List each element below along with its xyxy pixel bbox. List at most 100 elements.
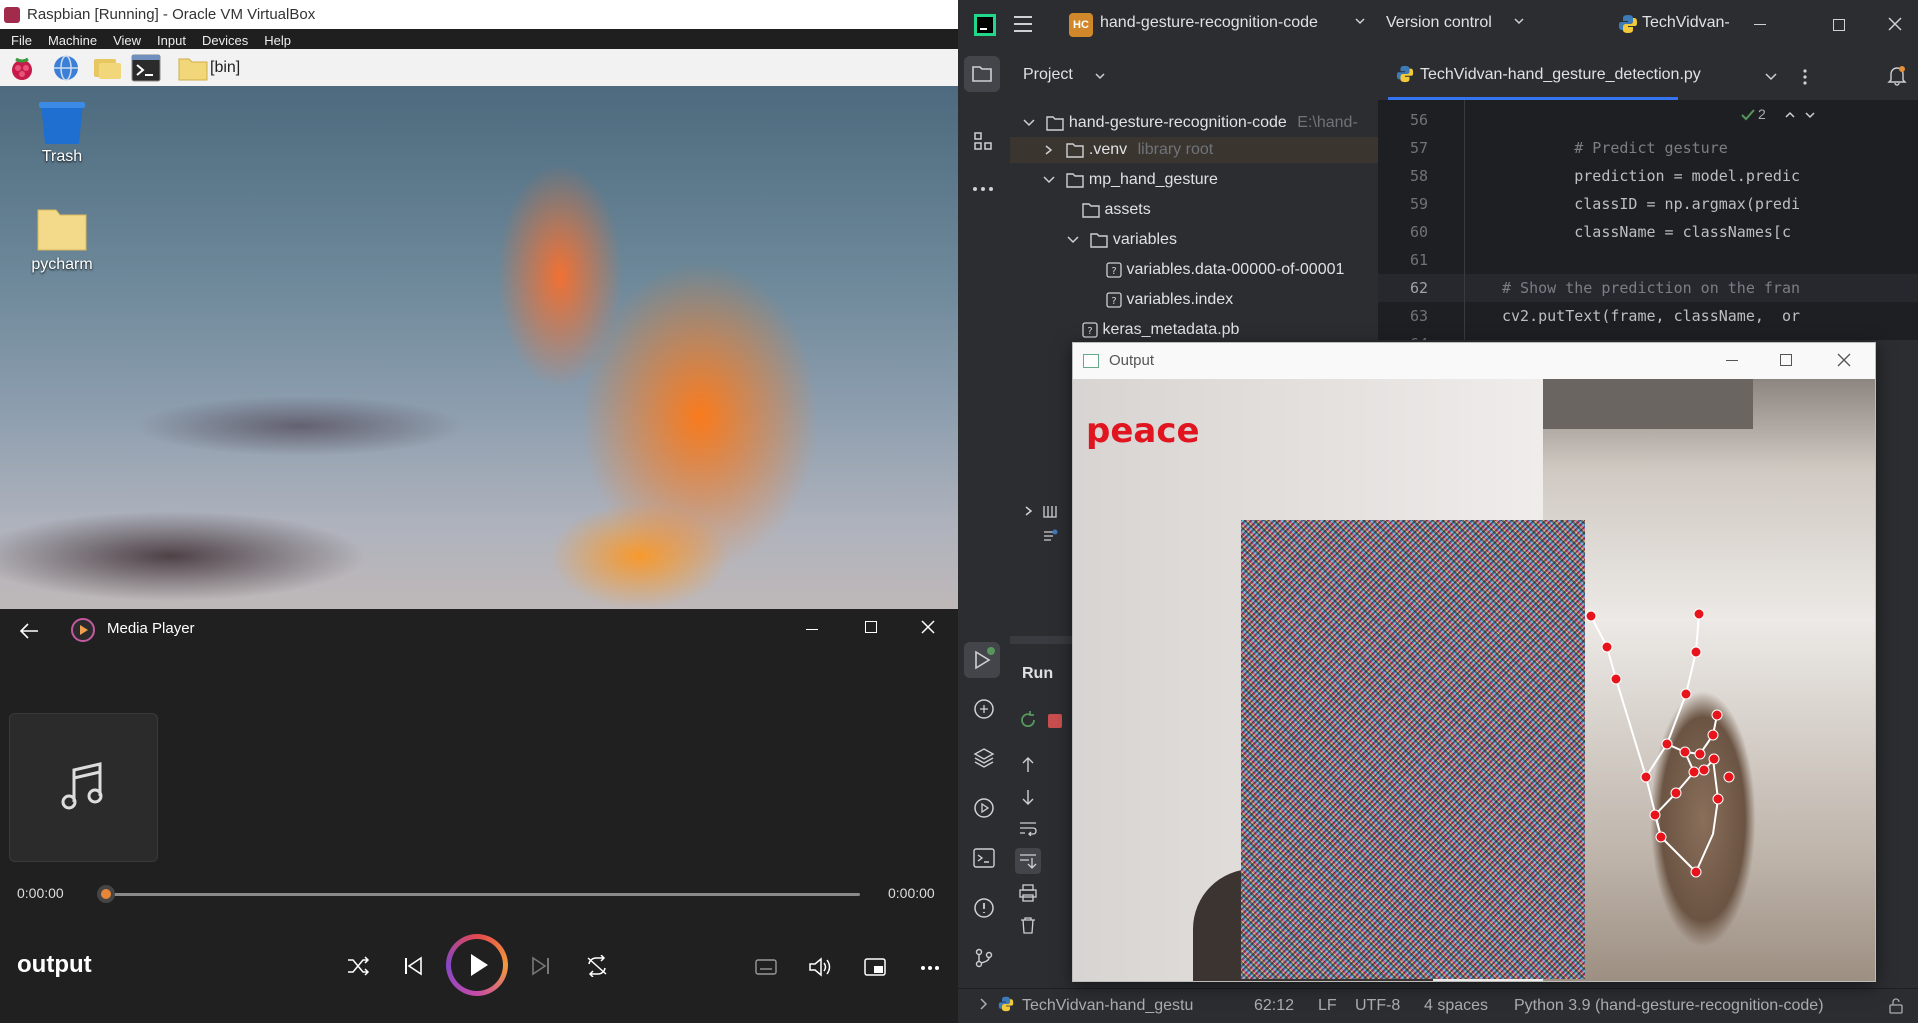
tree-row-assets[interactable]: assets — [1082, 198, 1151, 222]
tree-row-variables[interactable]: variables — [1066, 228, 1177, 252]
play-button-inner[interactable] — [451, 939, 503, 991]
maximize-icon[interactable] — [865, 621, 877, 633]
svg-text:?: ? — [1111, 296, 1116, 307]
notifications-icon[interactable] — [1886, 64, 1908, 86]
status-file[interactable]: TechVidvan-hand_gestu — [1022, 997, 1193, 1015]
tree-label: hand-gesture-recognition-code — [1068, 114, 1287, 131]
rerun-icon[interactable] — [1018, 710, 1038, 730]
output-window-title: Output — [1109, 352, 1155, 369]
project-tool-button[interactable] — [964, 56, 1000, 92]
run-configuration[interactable]: TechVidvan- — [1642, 14, 1730, 32]
desktop-icon-label: pycharm — [31, 256, 93, 273]
more-options-icon[interactable] — [920, 965, 940, 971]
code-area[interactable]: 56 57 # Predict gesture 58 prediction = … — [1378, 100, 1918, 340]
volume-icon[interactable] — [808, 956, 832, 978]
git-icon[interactable] — [973, 947, 995, 969]
seek-bar[interactable] — [105, 893, 860, 896]
code-line: 64 — [1378, 330, 1918, 340]
scroll-up-icon[interactable] — [1020, 756, 1036, 774]
close-icon[interactable] — [920, 619, 936, 635]
maximize-icon[interactable] — [1833, 19, 1845, 31]
chevron-down-icon[interactable] — [1022, 117, 1036, 129]
repeat-icon[interactable] — [585, 955, 609, 977]
chevron-down-icon[interactable] — [1066, 234, 1080, 246]
back-arrow-icon[interactable] — [18, 621, 40, 641]
output-title-bar[interactable]: Output — [1073, 343, 1875, 379]
menu-machine[interactable]: Machine — [48, 29, 97, 49]
tree-row-venv[interactable]: .venv library root — [1042, 138, 1213, 162]
chevron-down-icon[interactable] — [1094, 71, 1106, 81]
menu-input[interactable]: Input — [157, 29, 186, 49]
stop-icon[interactable] — [1048, 714, 1062, 728]
previous-track-icon[interactable] — [402, 955, 424, 977]
menu-file[interactable]: File — [11, 29, 32, 49]
taskbar-folder-label[interactable]: [bin] — [210, 59, 240, 77]
more-vertical-icon[interactable] — [1802, 68, 1808, 86]
scroll-down-icon[interactable] — [1020, 788, 1036, 806]
check-icon[interactable] — [1740, 108, 1756, 122]
version-control-menu[interactable]: Version control — [1386, 14, 1492, 32]
pycharm-logo-icon[interactable] — [974, 14, 996, 36]
project-badge[interactable]: HC — [1069, 13, 1093, 37]
chevron-up-icon[interactable] — [1784, 110, 1796, 120]
menu-view[interactable]: View — [113, 29, 141, 49]
virtualbox-title-bar[interactable]: Raspbian [Running] - Oracle VM VirtualBo… — [0, 0, 958, 29]
inspection-count[interactable]: 2 — [1758, 106, 1766, 122]
line-number: 64 — [1378, 330, 1428, 340]
chevron-down-icon[interactable] — [1042, 174, 1056, 186]
chevron-down-icon[interactable] — [1513, 16, 1525, 26]
soft-wrap-icon[interactable] — [1019, 820, 1037, 836]
status-position[interactable]: 62:12 — [1254, 997, 1294, 1015]
minimize-icon[interactable] — [1726, 360, 1738, 361]
menu-devices[interactable]: Devices — [202, 29, 248, 49]
tree-row-variables-data[interactable]: ? variables.data-00000-of-00001 — [1106, 258, 1344, 282]
chevron-right-icon[interactable] — [1022, 505, 1036, 517]
terminal-icon[interactable] — [131, 54, 161, 82]
services-icon[interactable] — [973, 797, 995, 819]
close-icon[interactable] — [1888, 17, 1902, 31]
folder-icon[interactable] — [178, 55, 208, 81]
problems-icon[interactable] — [973, 897, 995, 919]
desktop-icon-trash[interactable]: Trash — [22, 100, 102, 166]
project-panel-title[interactable]: Project — [1023, 66, 1073, 84]
chevron-down-icon[interactable] — [1804, 110, 1816, 120]
python-console-icon[interactable] — [973, 698, 995, 720]
chevron-down-icon[interactable] — [1764, 72, 1778, 82]
run-tool-button[interactable] — [964, 642, 1000, 678]
status-encoding[interactable]: UTF-8 — [1355, 997, 1400, 1015]
main-menu-icon[interactable] — [1013, 15, 1033, 33]
mini-player-icon[interactable] — [864, 956, 886, 978]
status-interpreter[interactable]: Python 3.9 (hand-gesture-recognition-cod… — [1514, 997, 1824, 1015]
trash-icon[interactable] — [1019, 916, 1037, 934]
chevron-down-icon[interactable] — [1354, 16, 1366, 26]
menu-help[interactable]: Help — [264, 29, 291, 49]
terminal-icon[interactable] — [973, 847, 995, 869]
print-icon[interactable] — [1019, 884, 1037, 902]
tree-row-mp-hand-gesture[interactable]: mp_hand_gesture — [1042, 168, 1218, 192]
file-manager-icon[interactable] — [92, 55, 122, 81]
status-indent[interactable]: 4 spaces — [1424, 997, 1488, 1015]
desktop-icon-pycharm-folder[interactable]: pycharm — [22, 206, 102, 274]
more-tools-icon[interactable] — [972, 186, 994, 192]
structure-icon[interactable] — [973, 131, 993, 151]
chevron-right-icon[interactable] — [978, 997, 988, 1011]
minimize-icon[interactable] — [806, 629, 818, 630]
shuffle-icon[interactable] — [346, 955, 370, 977]
scroll-to-end-button[interactable] — [1015, 848, 1041, 874]
python-packages-icon[interactable] — [973, 747, 995, 769]
project-name[interactable]: hand-gesture-recognition-code — [1100, 14, 1318, 32]
tree-row-keras-metadata[interactable]: ? keras_metadata.pb — [1082, 318, 1239, 342]
tree-row-root[interactable]: hand-gesture-recognition-code E:\hand- — [1022, 111, 1358, 135]
captions-icon[interactable] — [755, 958, 777, 976]
next-track-icon[interactable] — [530, 955, 552, 977]
close-icon[interactable] — [1837, 353, 1851, 367]
web-browser-icon[interactable] — [52, 54, 80, 82]
editor-tab-label[interactable]: TechVidvan-hand_gesture_detection.py — [1420, 66, 1701, 84]
tree-row-variables-index[interactable]: ? variables.index — [1106, 288, 1233, 312]
status-line-separator[interactable]: LF — [1318, 997, 1337, 1015]
minimize-icon[interactable] — [1754, 24, 1766, 25]
chevron-right-icon[interactable] — [1042, 144, 1056, 156]
raspberry-menu-icon[interactable] — [8, 54, 36, 82]
lock-icon[interactable] — [1888, 998, 1904, 1014]
maximize-icon[interactable] — [1780, 354, 1792, 366]
